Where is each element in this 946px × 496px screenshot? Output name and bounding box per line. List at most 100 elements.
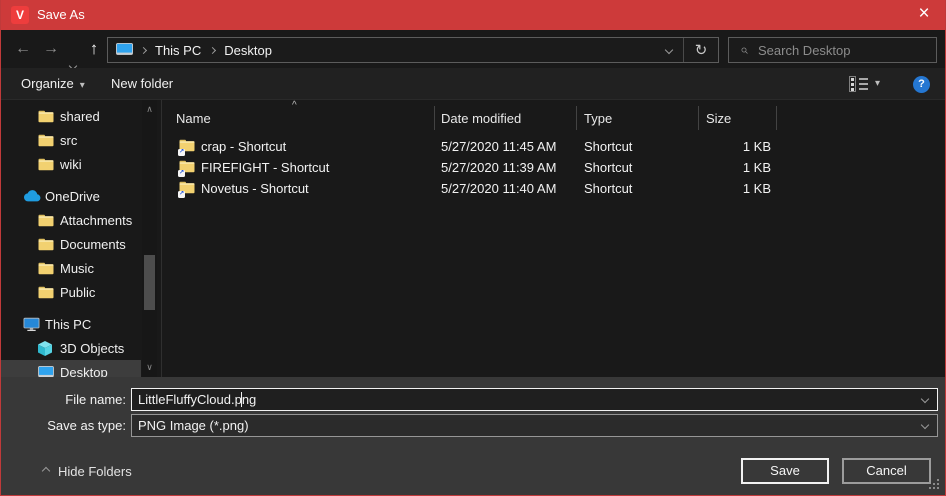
file-name-input[interactable]: LittleFluffyCloud.png (131, 388, 938, 411)
file-type: Shortcut (584, 181, 632, 196)
save-as-type-select[interactable]: PNG Image (*.png) (131, 414, 938, 437)
file-size: 1 KB (698, 139, 771, 154)
shortcut-badge-icon: ↗ (178, 170, 185, 177)
search-icon (741, 44, 748, 57)
folder-icon (38, 134, 58, 147)
chevron-down-icon[interactable] (921, 421, 929, 429)
title-bar[interactable]: V Save As × (1, 0, 945, 30)
table-row[interactable]: ↗ crap - Shortcut 5/27/2020 11:45 AM Sho… (163, 136, 944, 157)
file-date: 5/27/2020 11:39 AM (441, 160, 556, 175)
sort-ascending-icon: ^ (292, 100, 297, 111)
onedrive-cloud-icon (23, 190, 43, 202)
shortcut-badge-icon: ↗ (178, 191, 185, 198)
search-box[interactable] (728, 37, 937, 63)
breadcrumb-desktop[interactable]: Desktop (218, 43, 278, 58)
sidebar-item-documents[interactable]: Documents (1, 232, 141, 256)
file-size: 1 KB (698, 160, 771, 175)
organize-button[interactable]: Organize▾ (21, 68, 85, 100)
sidebar-item-label: Attachments (60, 213, 132, 228)
scroll-down-icon[interactable]: ∨ (142, 362, 157, 373)
close-button[interactable]: × (903, 0, 945, 30)
file-name: crap - Shortcut (201, 139, 286, 154)
cancel-button[interactable]: Cancel (842, 458, 931, 484)
sidebar-item-label: Music (60, 261, 94, 276)
sidebar-item-desktop[interactable]: Desktop (1, 360, 141, 377)
details-view-button[interactable] (849, 76, 868, 92)
scrollbar-thumb[interactable] (144, 255, 155, 310)
file-date: 5/27/2020 11:45 AM (441, 139, 556, 154)
view-options-dropdown[interactable]: ▾ (875, 68, 880, 100)
resize-grip-icon[interactable] (929, 479, 941, 491)
table-row[interactable]: ↗ Novetus - Shortcut 5/27/2020 11:40 AM … (163, 178, 944, 199)
text-caret (241, 392, 242, 407)
scroll-up-icon[interactable]: ∧ (142, 104, 157, 115)
file-name: FIREFIGHT - Shortcut (201, 160, 329, 175)
sidebar-scrollbar[interactable]: ∧ ∨ (142, 100, 157, 377)
shortcut-folder-icon: ↗ (179, 181, 196, 196)
chevron-right-icon (209, 46, 216, 53)
up-button[interactable]: ↑ (83, 30, 105, 68)
sidebar-item-src[interactable]: src (1, 128, 141, 152)
shortcut-folder-icon: ↗ (179, 160, 196, 175)
new-folder-button[interactable]: New folder (111, 68, 173, 100)
window-title: Save As (37, 0, 85, 30)
sidebar-item-label: Public (60, 285, 95, 300)
table-row[interactable]: ↗ FIREFIGHT - Shortcut 5/27/2020 11:39 A… (163, 157, 944, 178)
3d-cube-icon (38, 341, 58, 356)
back-button[interactable]: ← (11, 30, 35, 68)
sidebar-item-shared[interactable]: shared (1, 104, 141, 128)
monitor-icon (116, 43, 133, 57)
sidebar-item-3d-objects[interactable]: 3D Objects (1, 336, 141, 360)
column-header-date-modified[interactable]: Date modified (441, 111, 521, 126)
hide-folders-label: Hide Folders (58, 464, 132, 479)
column-header-size[interactable]: Size (706, 111, 731, 126)
column-divider[interactable] (776, 106, 777, 130)
folder-icon (38, 110, 58, 123)
refresh-button[interactable]: ↻ (684, 41, 718, 59)
sidebar-item-label: Documents (60, 237, 126, 252)
folder-icon (38, 158, 58, 171)
chevron-down-icon (665, 46, 673, 54)
sidebar-item-this-pc[interactable]: This PC (1, 312, 141, 336)
main-area: shared src wiki OneDrive Attachments Doc… (1, 100, 945, 377)
file-type: Shortcut (584, 139, 632, 154)
column-divider[interactable] (576, 106, 577, 130)
column-header-name[interactable]: Name (176, 111, 211, 126)
sidebar-item-label: OneDrive (45, 189, 100, 204)
forward-button[interactable]: → (39, 30, 63, 68)
navigation-bar: ← → ↑ This PC Desktop ↻ (1, 30, 945, 68)
save-as-dialog: V Save As × ← → ↑ This PC Desktop ↻ (0, 0, 946, 496)
sidebar-item-music[interactable]: Music (1, 256, 141, 280)
this-pc-icon (23, 317, 43, 332)
sidebar-item-onedrive[interactable]: OneDrive (1, 184, 141, 208)
bottom-panel: File name: LittleFluffyCloud.png Save as… (1, 377, 945, 496)
folder-icon (38, 262, 58, 275)
help-button[interactable]: ? (913, 76, 930, 93)
file-list: ^ Name Date modified Type Size ↗ crap - … (163, 100, 944, 377)
column-divider[interactable] (434, 106, 435, 130)
file-name-value: LittleFluffyCloud.png (138, 392, 256, 407)
sidebar-item-label: 3D Objects (60, 341, 124, 356)
folder-icon (38, 238, 58, 251)
history-chevron-button[interactable] (65, 46, 81, 56)
search-input[interactable] (756, 42, 936, 59)
file-rows: ↗ crap - Shortcut 5/27/2020 11:45 AM Sho… (163, 136, 944, 199)
save-button[interactable]: Save (741, 458, 829, 484)
organize-label: Organize (21, 76, 74, 91)
chevron-right-icon (140, 46, 147, 53)
sidebar-item-label: src (60, 133, 77, 148)
chevron-down-icon[interactable] (921, 395, 929, 403)
breadcrumb-this-pc[interactable]: This PC (149, 43, 207, 58)
column-header-type[interactable]: Type (584, 111, 612, 126)
column-divider[interactable] (698, 106, 699, 130)
sidebar-item-wiki[interactable]: wiki (1, 152, 141, 176)
hide-folders-button[interactable]: Hide Folders (43, 461, 132, 481)
save-as-type-value: PNG Image (*.png) (138, 418, 249, 433)
sidebar-item-public[interactable]: Public (1, 280, 141, 304)
chevron-up-icon (42, 467, 50, 475)
sidebar-item-attachments[interactable]: Attachments (1, 208, 141, 232)
file-type: Shortcut (584, 160, 632, 175)
folder-icon (38, 214, 58, 227)
address-bar[interactable]: This PC Desktop ↻ (107, 37, 719, 63)
address-dropdown-button[interactable] (655, 38, 683, 62)
